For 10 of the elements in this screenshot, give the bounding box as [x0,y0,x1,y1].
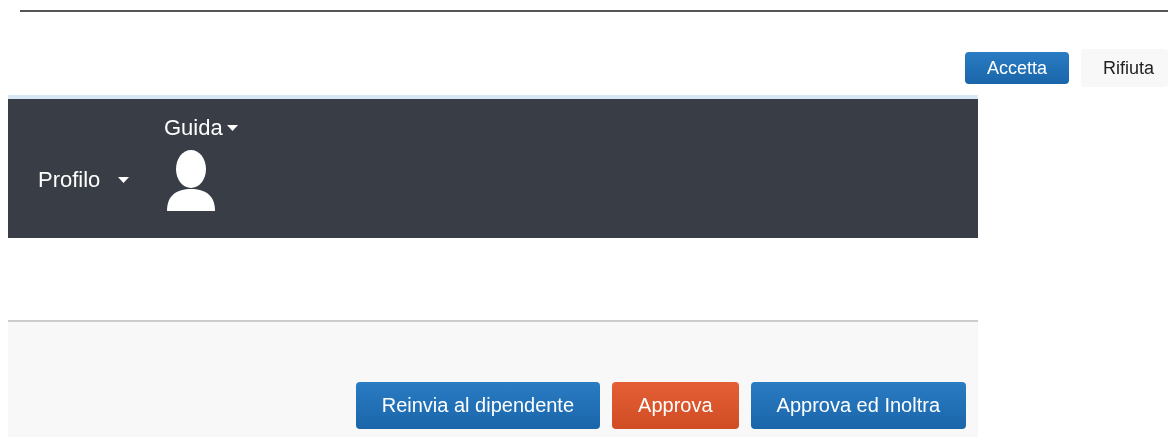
action-button[interactable]: Approva ed Inoltra [750,382,966,429]
action-button[interactable]: Reinvia al dipendente [355,382,601,429]
reject-button[interactable]: Rifiuta [1080,49,1168,87]
caret-icon [118,177,130,183]
approve-button[interactable]: Approva [612,382,739,429]
caret-icon [226,125,238,131]
help-menu[interactable]: Guida [164,115,238,141]
user-avatar-icon[interactable] [165,149,218,211]
profile-menu[interactable]: Profilo [38,167,130,193]
accept-button[interactable]: Accetta [964,52,1069,84]
